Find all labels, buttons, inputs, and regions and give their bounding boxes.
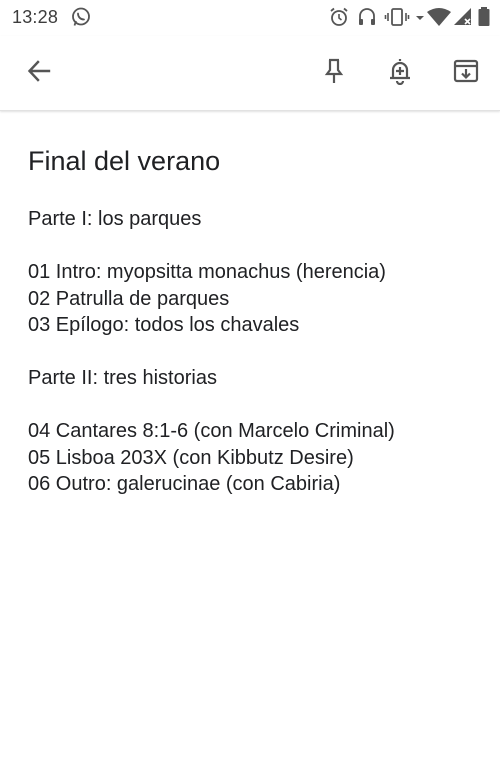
note-editor[interactable]: Final del verano Parte I: los parques 01 … xyxy=(0,110,500,759)
pin-button[interactable] xyxy=(314,53,354,93)
note-blank-line xyxy=(28,392,488,419)
vibrate-icon xyxy=(384,6,410,28)
status-time: 13:28 xyxy=(12,7,59,27)
pin-icon xyxy=(322,57,346,90)
back-button[interactable] xyxy=(19,53,59,93)
archive-icon xyxy=(453,58,479,89)
note-title[interactable]: Final del verano xyxy=(28,146,220,177)
status-bar: 13:28 xyxy=(0,0,500,36)
note-body[interactable]: Parte I: los parques 01 Intro: myopsitta … xyxy=(28,206,488,498)
archive-button[interactable] xyxy=(446,53,486,93)
note-line: Parte I: los parques xyxy=(28,208,202,230)
reminder-icon xyxy=(387,57,413,90)
alarm-icon xyxy=(328,6,350,28)
note-line: 01 Intro: myopsitta monachus (herencia) xyxy=(28,261,386,283)
note-line: 06 Outro: galerucinae (con Cabiria) xyxy=(28,473,341,495)
headset-icon xyxy=(356,6,378,28)
back-arrow-icon xyxy=(26,58,52,89)
note-toolbar xyxy=(0,36,500,111)
note-blank-line xyxy=(28,233,488,260)
whatsapp-icon xyxy=(70,6,92,28)
data-arrows-icon xyxy=(414,6,426,28)
note-line: 05 Lisboa 203X (con Kibbutz Desire) xyxy=(28,446,354,469)
note-line: 04 Cantares 8:1-6 (con Marcelo Criminal) xyxy=(28,420,395,442)
wifi-icon xyxy=(426,6,452,28)
battery-icon xyxy=(476,6,492,28)
reminder-button[interactable] xyxy=(380,53,420,93)
note-line: 02 Patrulla de parques xyxy=(28,287,230,310)
note-line: 03 Epílogo: todos los chavales xyxy=(28,314,300,336)
note-line: Parte II: tres historias xyxy=(28,367,217,389)
note-blank-line xyxy=(28,339,488,366)
signal-icon xyxy=(452,6,474,28)
